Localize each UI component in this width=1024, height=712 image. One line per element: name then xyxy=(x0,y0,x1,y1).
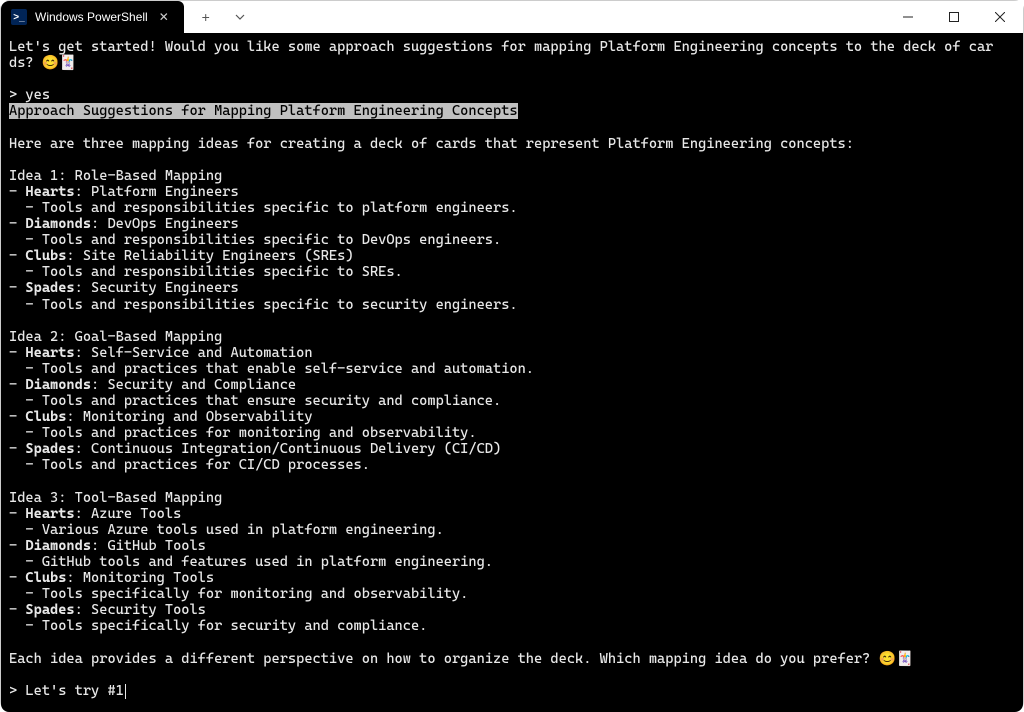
suit-value: : GitHub Tools xyxy=(91,538,206,554)
suit-value: : DevOps Engineers xyxy=(91,216,239,232)
suit-value: : Self-Service and Automation xyxy=(75,345,313,361)
tab-actions: + xyxy=(184,1,254,33)
sub-line: - Tools specifically for monitoring and … xyxy=(9,586,468,602)
suit-value: : Monitoring Tools xyxy=(66,570,214,586)
maximize-icon xyxy=(949,12,959,22)
suit-label: Spades xyxy=(25,280,74,296)
suit-label: Spades xyxy=(25,441,74,457)
terminal-output[interactable]: Let's get started! Would you like some a… xyxy=(1,33,1023,712)
tab-close-button[interactable]: ✕ xyxy=(156,10,172,24)
sub-line: - Tools specifically for security and co… xyxy=(9,618,427,634)
prompt-line: > Let's try #1 xyxy=(9,683,124,699)
minimize-icon xyxy=(903,12,913,22)
tab-dropdown-button[interactable] xyxy=(226,5,254,29)
titlebar: >_ Windows PowerShell ✕ + xyxy=(1,1,1023,33)
idea-title: Idea 2: Goal-Based Mapping xyxy=(9,329,222,345)
suit-value: : Security Engineers xyxy=(75,280,239,296)
powershell-icon: >_ xyxy=(11,9,27,25)
sub-line: - Tools and responsibilities specific to… xyxy=(9,200,518,216)
sub-line: - Tools and practices for monitoring and… xyxy=(9,425,477,441)
close-button[interactable] xyxy=(977,1,1023,33)
suit-label: Diamonds xyxy=(25,216,91,232)
sub-line: - Tools and responsibilities specific to… xyxy=(9,232,501,248)
text-line: ds? 😊🃏 xyxy=(9,55,77,71)
text-line: Let's get started! Would you like some a… xyxy=(9,39,993,55)
chevron-down-icon xyxy=(235,12,245,22)
sub-line: - GitHub tools and features used in plat… xyxy=(9,554,493,570)
window-controls xyxy=(885,1,1023,33)
prompt-line: > yes xyxy=(9,87,50,103)
tab-title: Windows PowerShell xyxy=(35,10,148,24)
suit-label: Clubs xyxy=(25,570,66,586)
suit-label: Spades xyxy=(25,602,74,618)
cursor xyxy=(125,684,126,699)
sub-line: - Tools and responsibilities specific to… xyxy=(9,264,403,280)
text-line: Here are three mapping ideas for creatin… xyxy=(9,136,854,152)
tab-powershell[interactable]: >_ Windows PowerShell ✕ xyxy=(1,1,184,33)
idea-title: Idea 1: Role-Based Mapping xyxy=(9,168,222,184)
suit-value: : Site Reliability Engineers (SREs) xyxy=(66,248,353,264)
close-icon xyxy=(995,12,1005,22)
suit-value: : Security and Compliance xyxy=(91,377,296,393)
section-heading: Approach Suggestions for Mapping Platfor… xyxy=(9,103,518,119)
sub-line: - Tools and practices that ensure securi… xyxy=(9,393,501,409)
text-line: Each idea provides a different perspecti… xyxy=(9,651,913,667)
new-tab-button[interactable]: + xyxy=(192,5,220,29)
suit-label: Hearts xyxy=(25,345,74,361)
suit-value: : Platform Engineers xyxy=(75,184,239,200)
suit-value: : Security Tools xyxy=(75,602,206,618)
idea-title: Idea 3: Tool-Based Mapping xyxy=(9,490,222,506)
minimize-button[interactable] xyxy=(885,1,931,33)
sub-line: - Various Azure tools used in platform e… xyxy=(9,522,444,538)
maximize-button[interactable] xyxy=(931,1,977,33)
sub-line: - Tools and practices for CI/CD processe… xyxy=(9,457,370,473)
suit-label: Clubs xyxy=(25,409,66,425)
suit-label: Diamonds xyxy=(25,377,91,393)
sub-line: - Tools and practices that enable self-s… xyxy=(9,361,534,377)
suit-value: : Monitoring and Observability xyxy=(66,409,312,425)
suit-label: Diamonds xyxy=(25,538,91,554)
suit-label: Hearts xyxy=(25,184,74,200)
sub-line: - Tools and responsibilities specific to… xyxy=(9,297,518,313)
suit-label: Hearts xyxy=(25,506,74,522)
suit-value: : Azure Tools xyxy=(75,506,182,522)
suit-value: : Continuous Integration/Continuous Deli… xyxy=(75,441,502,457)
suit-label: Clubs xyxy=(25,248,66,264)
